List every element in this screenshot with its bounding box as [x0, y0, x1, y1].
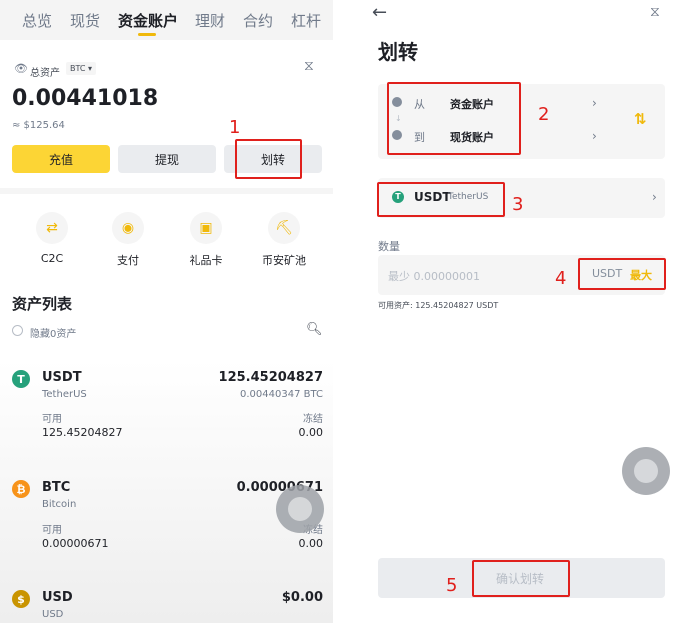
service-c2c-label: C2C [40, 252, 64, 265]
bitcoin-icon: ₿ [12, 480, 30, 498]
history-icon[interactable]: ⧖ [304, 58, 314, 74]
gift-card-icon: ▣ [190, 212, 222, 244]
tether-icon: T [12, 370, 30, 388]
service-c2c[interactable]: ⇄ C2C [24, 212, 80, 265]
available-label: 可用 [42, 414, 62, 425]
annotation-number-4: 4 [555, 268, 567, 289]
asset-name: USD [42, 609, 64, 620]
asset-row-usdt[interactable]: T USDT TetherUS 125.45204827 0.00440347 … [0, 368, 333, 448]
funding-account-screen: 总览 现货 资金账户 理财 合约 杠杆 👁 总资产 BTC ▾ ⧖ 0.0044… [0, 0, 333, 623]
service-pay-label: 支付 [117, 254, 139, 267]
tab-margin[interactable]: 杠杆 [291, 10, 321, 31]
balance-label: 总资产 [30, 68, 60, 79]
tab-funding[interactable]: 资金账户 [118, 10, 178, 31]
available-balance: 可用资产: 125.45204827 USDT [378, 301, 499, 310]
annotation-box-1 [235, 139, 302, 179]
transfer-screen: ← ⧖ 划转 ↓ 从 资金账户 › 到 现货账户 › ⇅ 2 T USDT Te… [360, 0, 680, 623]
section-divider [0, 188, 333, 194]
from-chevron-icon[interactable]: › [592, 96, 597, 110]
amount-label: 数量 [378, 240, 400, 253]
annotation-number-5: 5 [446, 575, 458, 596]
asset-symbol: USDT [42, 370, 82, 385]
available-label: 可用 [42, 525, 62, 536]
annotation-box-2 [387, 82, 521, 155]
currency-selector-label: BTC [70, 64, 86, 73]
asset-list-title: 资产列表 [12, 295, 73, 313]
eye-icon[interactable]: 👁 [14, 62, 28, 75]
asset-btc-value: 0.00440347 BTC [240, 389, 323, 400]
annotation-box-4 [578, 258, 666, 290]
asset-symbol: BTC [42, 480, 71, 495]
available-value: 0.00000671 [42, 537, 109, 550]
c2c-icon: ⇄ [36, 212, 68, 244]
hide-zero-checkbox[interactable] [12, 325, 23, 336]
floating-assistive-button[interactable] [276, 485, 324, 533]
back-arrow-icon[interactable]: ← [372, 2, 387, 23]
amount-placeholder: 最少 0.00000001 [388, 270, 480, 283]
balance-fiat: ≈ $125.64 [12, 120, 65, 131]
history-icon[interactable]: ⧖ [650, 4, 660, 20]
frozen-value: 0.00 [298, 537, 324, 550]
frozen-label: 冻结 [303, 414, 323, 425]
service-pool-label: 币安矿池 [262, 254, 306, 267]
total-balance: 0.00441018 [12, 86, 159, 111]
search-icon[interactable]: 🔍︎ [306, 322, 323, 337]
deposit-button[interactable]: 充值 [12, 145, 110, 173]
coin-chevron-icon: › [652, 190, 657, 204]
service-gift-card-label: 礼品卡 [189, 254, 223, 267]
service-gift-card[interactable]: ▣ 礼品卡 [178, 212, 234, 268]
annotation-box-3 [377, 182, 505, 217]
tab-spot[interactable]: 现货 [70, 10, 100, 31]
asset-row-usd[interactable]: $ USD USD $0.00 [0, 590, 333, 623]
active-tab-indicator [138, 33, 156, 36]
withdraw-button[interactable]: 提现 [118, 145, 216, 173]
pickaxe-icon: ⛏ [268, 212, 300, 244]
annotation-number-1: 1 [229, 117, 241, 138]
service-pool[interactable]: ⛏ 币安矿池 [256, 212, 312, 268]
service-pay[interactable]: ◉ 支付 [100, 212, 156, 268]
asset-total: $0.00 [281, 590, 323, 605]
asset-symbol: USD [42, 590, 73, 605]
frozen-value: 0.00 [298, 426, 324, 439]
pay-icon: ◉ [112, 212, 144, 244]
hide-zero-label: 隐藏0资产 [30, 329, 77, 340]
to-chevron-icon[interactable]: › [592, 129, 597, 143]
annotation-number-3: 3 [512, 194, 524, 215]
annotation-number-2: 2 [538, 104, 550, 125]
annotation-box-5 [472, 560, 570, 597]
currency-selector[interactable]: BTC ▾ [66, 62, 97, 75]
asset-name: Bitcoin [42, 499, 77, 510]
dollar-icon: $ [12, 590, 30, 608]
asset-total: 125.45204827 [218, 370, 323, 385]
tab-earn[interactable]: 理财 [195, 10, 225, 31]
tab-futures[interactable]: 合约 [243, 10, 273, 31]
available-value: 125.45204827 [42, 426, 123, 439]
swap-icon[interactable]: ⇅ [634, 110, 647, 128]
tab-overview[interactable]: 总览 [22, 10, 52, 31]
page-title: 划转 [378, 40, 418, 64]
floating-assistive-button[interactable] [622, 447, 670, 495]
asset-name: TetherUS [42, 389, 87, 400]
